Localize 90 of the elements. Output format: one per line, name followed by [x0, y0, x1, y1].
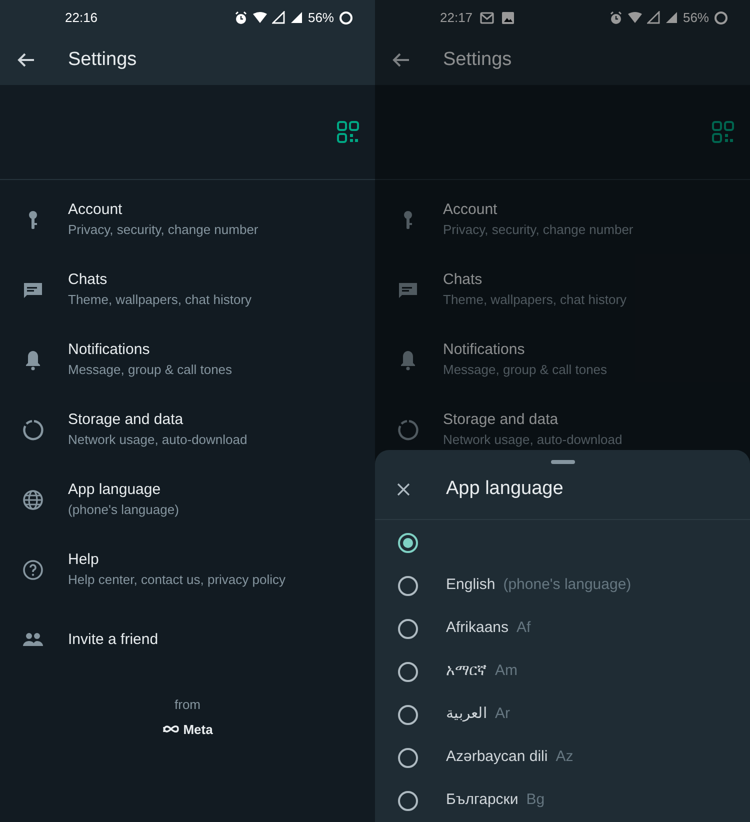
language-option[interactable]: አማርኛ Am — [375, 650, 750, 693]
signal-icon — [272, 11, 285, 24]
help-icon — [21, 558, 45, 582]
wifi-icon — [628, 12, 642, 24]
language-name: Azərbaycan dili — [446, 747, 548, 768]
settings-item[interactable]: App language (phone's language) — [0, 465, 375, 535]
item-subtitle: Network usage, auto-download — [68, 431, 248, 449]
signal-icon — [646, 11, 660, 24]
sheet-title: App language — [446, 477, 564, 502]
radio-button[interactable] — [398, 662, 418, 682]
close-icon — [396, 483, 410, 496]
language-code: Am — [495, 661, 518, 682]
back-arrow-icon — [392, 52, 410, 68]
language-name: العربية — [446, 704, 487, 724]
settings-item[interactable]: Notifications Message, group & call tones — [0, 325, 375, 395]
radio-button[interactable] — [398, 704, 418, 724]
item-subtitle: Message, group & call tones — [68, 361, 232, 379]
language-option[interactable]: English (phone's language) — [375, 564, 750, 607]
language-code: Af — [516, 618, 531, 638]
battery-level: 56% — [682, 8, 709, 27]
item-title: Chats — [68, 270, 108, 290]
language-code: Az — [556, 747, 574, 768]
screen-title: Settings — [443, 48, 512, 72]
settings-item[interactable]: Help Help center, contact us, privacy policy — [0, 535, 375, 605]
radio-button[interactable] — [398, 532, 418, 552]
mail-icon — [480, 10, 494, 24]
item-subtitle: Theme, wallpapers, chat history — [443, 291, 627, 309]
screen-title: Settings — [68, 48, 137, 72]
settings-item[interactable]: Storage and data Network usage, auto-download — [0, 395, 375, 465]
item-title: Storage and data — [443, 410, 560, 430]
battery-icon — [714, 10, 728, 24]
radio-button[interactable] — [398, 576, 418, 596]
item-subtitle: Message, group & call tones — [443, 361, 608, 379]
item-title: App language — [68, 480, 162, 500]
language-code: (phone's language) — [503, 575, 632, 596]
qr-code-button[interactable] — [712, 121, 734, 143]
circle-arc-icon — [396, 418, 420, 442]
item-title: Account — [68, 200, 124, 220]
close-button[interactable] — [395, 482, 411, 498]
settings-item[interactable]: Account Privacy, security, change number — [0, 185, 375, 255]
item-subtitle: Theme, wallpapers, chat history — [68, 291, 252, 309]
item-subtitle: (phone's language) — [68, 501, 179, 519]
brand-name: Meta — [183, 720, 213, 738]
qr-code-icon — [337, 121, 359, 143]
item-subtitle: Help center, contact us, privacy policy — [68, 571, 286, 589]
item-title: Chats — [443, 270, 484, 290]
item-title: Help — [68, 550, 100, 570]
alarm-icon — [234, 10, 248, 24]
item-title: Storage and data — [68, 410, 184, 430]
battery-icon — [339, 10, 353, 24]
item-title: Invite a friend — [68, 630, 158, 650]
item-subtitle: Network usage, auto-download — [443, 431, 622, 449]
radio-button[interactable] — [398, 618, 418, 638]
radio-button[interactable] — [398, 790, 418, 810]
qr-code-button[interactable] — [337, 121, 359, 143]
language-code: Bg — [526, 790, 545, 810]
item-subtitle: Privacy, security, change number — [443, 221, 634, 239]
language-name: English — [446, 575, 496, 596]
status-time: 22:16 — [65, 8, 98, 27]
settings-item[interactable]: Account Privacy, security, change number — [375, 185, 750, 255]
settings-item[interactable]: Invite a friend — [0, 605, 375, 675]
qr-code-icon — [712, 121, 734, 143]
drag-handle[interactable] — [550, 460, 574, 464]
settings-item[interactable]: Notifications Message, group & call tones — [375, 325, 750, 395]
item-title: Notifications — [443, 340, 526, 360]
circle-arc-icon — [21, 418, 45, 442]
item-title: Notifications — [68, 340, 151, 360]
infinity-logo-icon — [162, 724, 180, 734]
battery-level: 56% — [308, 8, 334, 27]
item-title: Account — [443, 200, 498, 220]
settings-item[interactable]: Chats Theme, wallpapers, chat history — [375, 255, 750, 325]
globe-icon — [21, 488, 45, 512]
back-arrow-icon — [17, 52, 35, 68]
language-code: Ar — [495, 704, 510, 724]
item-subtitle: Privacy, security, change number — [68, 221, 258, 239]
alarm-icon — [608, 10, 623, 24]
image-icon — [500, 10, 515, 24]
language-option[interactable]: Български Bg — [375, 779, 750, 822]
settings-item[interactable]: Chats Theme, wallpapers, chat history — [0, 255, 375, 325]
wifi-icon — [252, 12, 267, 24]
radio-button[interactable] — [398, 748, 418, 768]
language-name: Afrikaans — [446, 618, 509, 638]
language-name: Български — [446, 790, 518, 810]
signal-icon — [664, 11, 678, 24]
language-option[interactable]: Azərbaycan dili Az — [375, 736, 750, 779]
from-label: from — [174, 696, 200, 714]
status-time: 22:17 — [440, 8, 473, 27]
language-option[interactable]: Afrikaans Af — [375, 607, 750, 650]
language-name: አማርኛ — [446, 661, 487, 682]
signal-icon — [290, 11, 303, 24]
